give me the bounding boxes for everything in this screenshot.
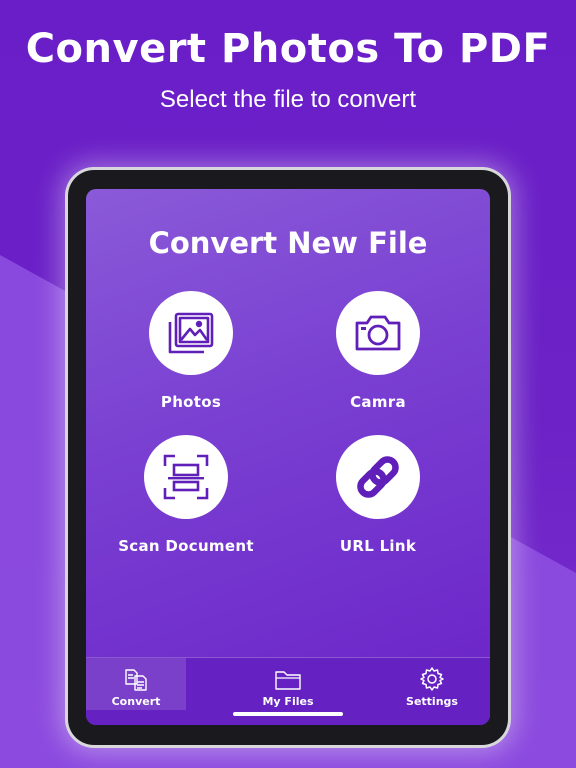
link-circle[interactable]: [336, 435, 420, 519]
camera-circle[interactable]: [336, 291, 420, 375]
photos-circle[interactable]: [149, 291, 233, 375]
tab-convert-label: Convert: [111, 695, 161, 708]
camera-icon: [355, 315, 401, 351]
scan-icon: [163, 454, 209, 500]
tab-settings-label: Settings: [406, 695, 458, 708]
scan-document-option[interactable]: Scan Document: [111, 435, 261, 555]
url-link-option[interactable]: URL Link: [303, 435, 453, 555]
app-screen: Convert New File Photos Camra Scan Docum…: [86, 189, 490, 725]
promo-headline: Convert Photos To PDF: [25, 26, 551, 72]
tab-my-files-label: My Files: [262, 695, 314, 708]
link-icon: [357, 456, 399, 498]
convert-icon: [125, 669, 147, 691]
folder-icon: [275, 671, 301, 690]
home-indicator[interactable]: [233, 712, 343, 716]
screen-title: Convert New File: [148, 226, 428, 260]
camera-option[interactable]: Camra: [303, 291, 453, 411]
photos-icon: [168, 312, 214, 354]
photos-label: Photos: [160, 393, 222, 411]
tab-my-files[interactable]: My Files: [238, 658, 338, 710]
photos-option[interactable]: Photos: [116, 291, 266, 411]
gear-icon: [420, 667, 444, 691]
tab-convert[interactable]: Convert: [86, 658, 186, 710]
promo-subheadline: Select the file to convert: [159, 86, 417, 113]
scan-circle[interactable]: [144, 435, 228, 519]
scan-document-label: Scan Document: [118, 537, 254, 555]
camera-label: Camra: [350, 393, 406, 411]
tablet-frame: Convert New File Photos Camra Scan Docum…: [68, 170, 508, 745]
url-link-label: URL Link: [339, 537, 417, 555]
bottom-tab-bar: Convert My Files Settings: [86, 657, 490, 725]
tab-settings[interactable]: Settings: [382, 658, 482, 710]
